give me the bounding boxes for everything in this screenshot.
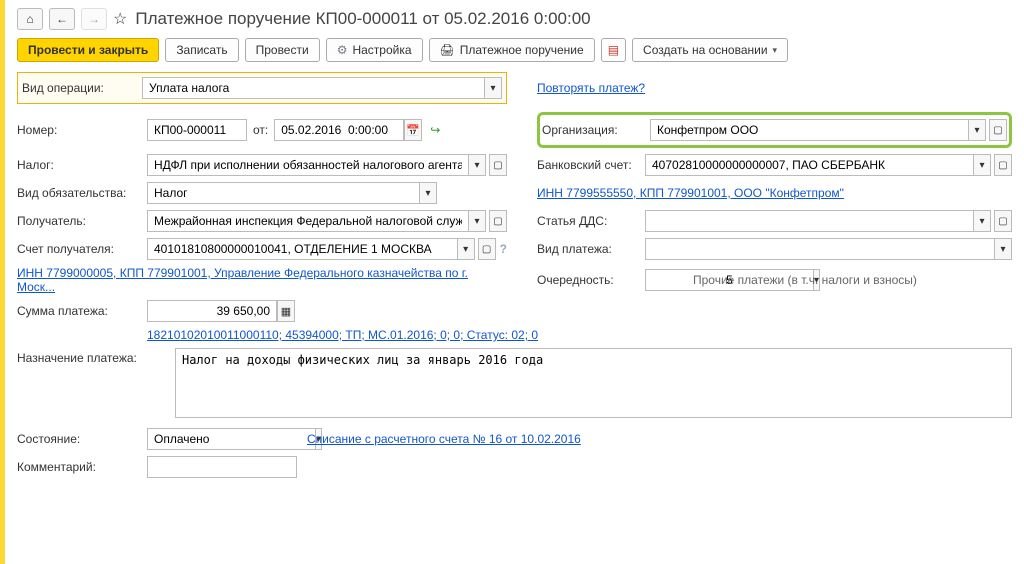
recipient-field[interactable] bbox=[147, 210, 468, 232]
create-from-button[interactable]: Создать на основании▾ bbox=[632, 38, 788, 62]
state-label: Состояние: bbox=[17, 432, 147, 446]
calc-button[interactable]: ▦ bbox=[277, 300, 295, 322]
home-button[interactable]: ⌂ bbox=[17, 8, 43, 30]
paytype-field[interactable] bbox=[645, 238, 994, 260]
bankacc-label: Банковский счет: bbox=[537, 158, 645, 172]
org-inn-link[interactable]: ИНН 7799555550, КПП 779901001, ООО "Конф… bbox=[537, 186, 844, 200]
org-field[interactable] bbox=[650, 119, 968, 141]
operation-type-dropdown[interactable]: ▾ bbox=[484, 77, 502, 99]
bankacc-field[interactable] bbox=[645, 154, 973, 176]
comment-label: Комментарий: bbox=[17, 460, 147, 474]
paytype-dropdown[interactable]: ▾ bbox=[994, 238, 1012, 260]
tax-dropdown[interactable]: ▾ bbox=[468, 154, 486, 176]
obligation-field[interactable] bbox=[147, 182, 419, 204]
save-button[interactable]: Записать bbox=[165, 38, 238, 62]
priority-label: Очередность: bbox=[537, 273, 645, 287]
star-icon[interactable]: ☆ bbox=[113, 9, 127, 29]
recipient-open-button[interactable]: ▢ bbox=[489, 210, 507, 232]
org-label: Организация: bbox=[542, 123, 650, 137]
comment-field[interactable] bbox=[147, 456, 297, 478]
amount-label: Сумма платежа: bbox=[17, 304, 147, 318]
dds-field[interactable] bbox=[645, 210, 973, 232]
recipacc-dropdown[interactable]: ▾ bbox=[457, 238, 475, 260]
post-close-button[interactable]: Провести и закрыть bbox=[17, 38, 159, 62]
back-button[interactable]: ← bbox=[49, 8, 75, 30]
purpose-label: Назначение платежа: bbox=[17, 348, 145, 365]
bankacc-open-button[interactable]: ▢ bbox=[994, 154, 1012, 176]
chevron-down-icon: ▾ bbox=[773, 45, 778, 56]
purpose-textarea[interactable] bbox=[175, 348, 1012, 418]
state-field[interactable] bbox=[147, 428, 315, 450]
tax-field[interactable] bbox=[147, 154, 468, 176]
kbk-link[interactable]: 18210102010011000110; 45394000; ТП; МС.0… bbox=[147, 328, 538, 342]
priority-note: Прочие платежи (в т.ч. налоги и взносы) bbox=[693, 273, 917, 287]
recipient-label: Получатель: bbox=[17, 214, 147, 228]
recipient-dropdown[interactable]: ▾ bbox=[468, 210, 486, 232]
document-icon-button[interactable]: ▤ bbox=[601, 38, 626, 62]
dds-open-button[interactable]: ▢ bbox=[994, 210, 1012, 232]
tax-label: Налог: bbox=[17, 158, 147, 172]
operation-type-label: Вид операции: bbox=[22, 81, 142, 95]
paytype-label: Вид платежа: bbox=[537, 242, 645, 256]
org-dropdown[interactable]: ▾ bbox=[968, 119, 986, 141]
gear-icon: ⚙ bbox=[337, 43, 348, 57]
bankacc-dropdown[interactable]: ▾ bbox=[973, 154, 991, 176]
dds-label: Статья ДДС: bbox=[537, 214, 645, 228]
help-icon[interactable]: ? bbox=[500, 242, 507, 256]
forward-button: → bbox=[81, 8, 107, 30]
post-button[interactable]: Провести bbox=[245, 38, 320, 62]
from-label: от: bbox=[253, 123, 268, 137]
document-icon: ▤ bbox=[608, 43, 619, 57]
settings-button[interactable]: ⚙Настройка bbox=[326, 38, 423, 62]
recipacc-open-button[interactable]: ▢ bbox=[478, 238, 496, 260]
operation-type-select[interactable] bbox=[142, 77, 484, 99]
obligation-label: Вид обязательства: bbox=[17, 186, 147, 200]
recipacc-label: Счет получателя: bbox=[17, 242, 147, 256]
print-button[interactable]: 🖨Платежное поручение bbox=[429, 38, 595, 62]
posted-icon: ↪ bbox=[430, 123, 440, 137]
dds-dropdown[interactable]: ▾ bbox=[973, 210, 991, 232]
amount-field[interactable] bbox=[147, 300, 277, 322]
calendar-button[interactable]: 📅 bbox=[404, 119, 422, 141]
state-link[interactable]: Списание с расчетного счета № 16 от 10.0… bbox=[307, 432, 581, 446]
repeat-payment-link[interactable]: Повторять платеж? bbox=[537, 81, 645, 95]
tax-open-button[interactable]: ▢ bbox=[489, 154, 507, 176]
page-title: Платежное поручение КП00-000011 от 05.02… bbox=[135, 9, 590, 29]
date-field[interactable] bbox=[274, 119, 404, 141]
obligation-dropdown[interactable]: ▾ bbox=[419, 182, 437, 204]
number-field[interactable] bbox=[147, 119, 247, 141]
recipacc-field[interactable] bbox=[147, 238, 457, 260]
recip-inn-link[interactable]: ИНН 7799000005, КПП 779901001, Управлени… bbox=[17, 266, 507, 294]
number-label: Номер: bbox=[17, 123, 147, 137]
org-open-button[interactable]: ▢ bbox=[989, 119, 1007, 141]
printer-icon: 🖨 bbox=[440, 43, 455, 57]
